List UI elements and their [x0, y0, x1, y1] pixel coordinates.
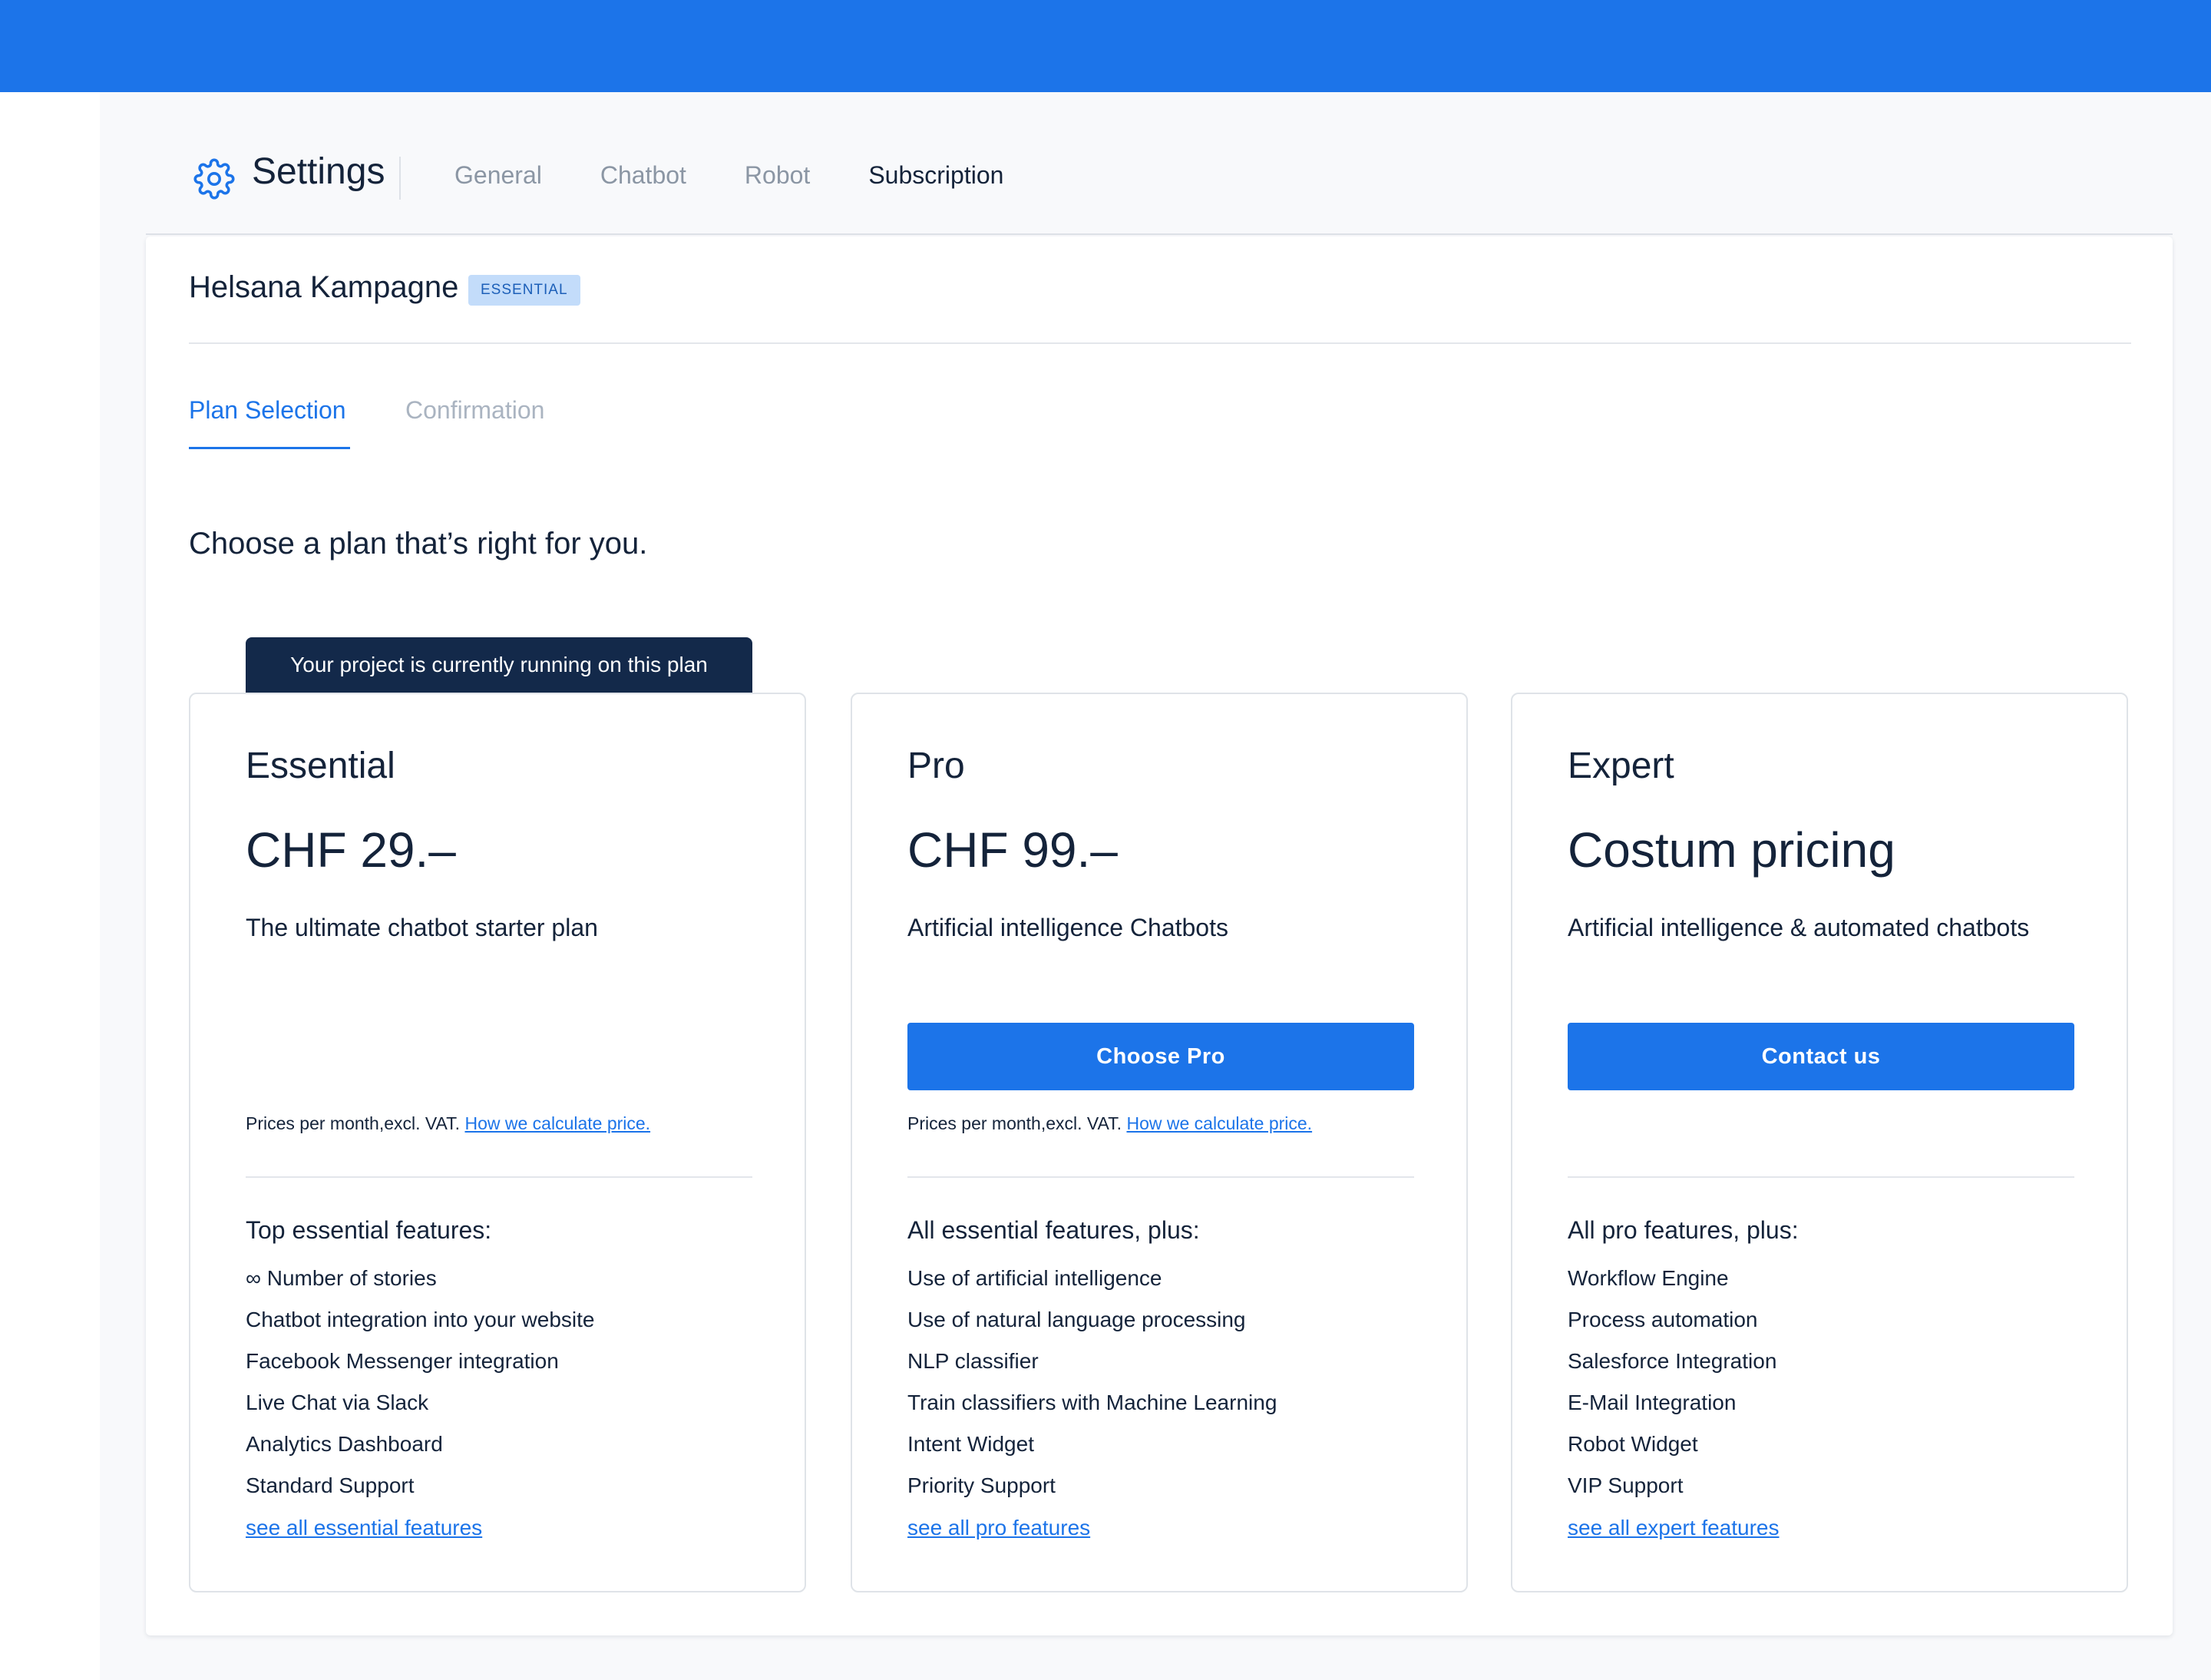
plan-price: CHF 99.–: [907, 822, 1118, 878]
see-all-features-link[interactable]: see all essential features: [246, 1516, 482, 1540]
plan-description: The ultimate chatbot starter plan: [246, 914, 598, 941]
price-note-text: Prices per month,excl. VAT.: [246, 1113, 461, 1133]
features-heading: All pro features, plus:: [1568, 1216, 1799, 1244]
feature-list: Workflow Engine Process automation Sales…: [1568, 1265, 1776, 1514]
feature-item: Intent Widget: [907, 1432, 1034, 1456]
feature-item: Train classifiers with Machine Learning: [907, 1391, 1277, 1414]
plan-price: Costum pricing: [1568, 822, 1895, 878]
contact-us-button[interactable]: Contact us: [1568, 1023, 2074, 1090]
feature-item: VIP Support: [1568, 1473, 1684, 1497]
feature-item: Process automation: [1568, 1308, 1758, 1331]
feature-item: Use of artificial intelligence: [907, 1266, 1162, 1290]
card-divider: [189, 342, 2131, 344]
tab-chatbot[interactable]: Chatbot: [600, 161, 686, 190]
see-all-features-link[interactable]: see all pro features: [907, 1516, 1090, 1540]
active-step-indicator: [189, 447, 350, 449]
feature-item: Chatbot integration into your website: [246, 1308, 595, 1331]
feature-item: Salesforce Integration: [1568, 1349, 1777, 1373]
feature-item: Facebook Messenger integration: [246, 1349, 559, 1373]
choose-pro-button[interactable]: Choose Pro: [907, 1023, 1414, 1090]
feature-item: Workflow Engine: [1568, 1266, 1729, 1290]
feature-item: NLP classifier: [907, 1349, 1039, 1373]
settings-nav: General Chatbot Robot Subscription: [454, 161, 1062, 190]
feature-item: ∞ Number of stories: [246, 1266, 437, 1290]
step-plan-selection[interactable]: Plan Selection: [189, 396, 346, 425]
project-name: Helsana Kampagne: [189, 270, 459, 304]
price-calculation-link[interactable]: How we calculate price.: [1126, 1113, 1312, 1133]
price-note: Prices per month,excl. VAT. How we calcu…: [246, 1113, 650, 1134]
feature-list: Use of artificial intelligence Use of na…: [907, 1265, 1277, 1514]
price-note: Prices per month,excl. VAT. How we calcu…: [907, 1113, 1312, 1134]
plan-description: Artificial intelligence & automated chat…: [1568, 914, 2030, 941]
plan-name: Expert: [1568, 746, 1674, 786]
features-heading: All essential features, plus:: [907, 1216, 1200, 1244]
feature-item: Priority Support: [907, 1473, 1056, 1497]
settings-workspace: Settings General Chatbot Robot Subscript…: [100, 92, 2211, 1680]
feature-item: Robot Widget: [1568, 1432, 1698, 1456]
plan-badge: ESSENTIAL: [468, 275, 580, 306]
subscription-card: Helsana Kampagne ESSENTIAL Plan Selectio…: [146, 236, 2173, 1635]
gear-icon: [193, 158, 235, 200]
tab-general[interactable]: General: [454, 161, 542, 190]
feature-item: Standard Support: [246, 1473, 415, 1497]
plan-card-expert: Expert Costum pricing Artificial intelli…: [1511, 693, 2128, 1592]
feature-item: Live Chat via Slack: [246, 1391, 429, 1414]
plan-description: Artificial intelligence Chatbots: [907, 914, 1228, 941]
plan-subtitle: Choose a plan that’s right for you.: [189, 527, 648, 561]
features-heading: Top essential features:: [246, 1216, 492, 1244]
price-note-text: Prices per month,excl. VAT.: [907, 1113, 1122, 1133]
tab-robot[interactable]: Robot: [745, 161, 810, 190]
current-plan-label: Your project is currently running on thi…: [246, 637, 752, 693]
step-confirmation[interactable]: Confirmation: [405, 396, 544, 425]
tab-subscription[interactable]: Subscription: [868, 161, 1003, 190]
plan-divider: [246, 1176, 752, 1178]
plan-divider: [1568, 1176, 2074, 1178]
see-all-features-link[interactable]: see all expert features: [1568, 1516, 1780, 1540]
plan-card-essential: Essential CHF 29.– The ultimate chatbot …: [189, 693, 806, 1592]
feature-item: Use of natural language processing: [907, 1308, 1246, 1331]
plan-card-pro: Pro CHF 99.– Artificial intelligence Cha…: [851, 693, 1468, 1592]
feature-item: Analytics Dashboard: [246, 1432, 443, 1456]
feature-list: ∞ Number of stories Chatbot integration …: [246, 1265, 595, 1514]
plan-divider: [907, 1176, 1414, 1178]
plan-name: Pro: [907, 746, 965, 786]
price-calculation-link[interactable]: How we calculate price.: [464, 1113, 650, 1133]
settings-header: Settings General Chatbot Robot Subscript…: [146, 123, 2173, 235]
top-app-bar: [0, 0, 2211, 92]
page-title: Settings: [252, 151, 385, 192]
header-divider: [399, 157, 401, 200]
feature-item: E-Mail Integration: [1568, 1391, 1737, 1414]
plan-price: CHF 29.–: [246, 822, 456, 878]
plan-name: Essential: [246, 746, 395, 786]
